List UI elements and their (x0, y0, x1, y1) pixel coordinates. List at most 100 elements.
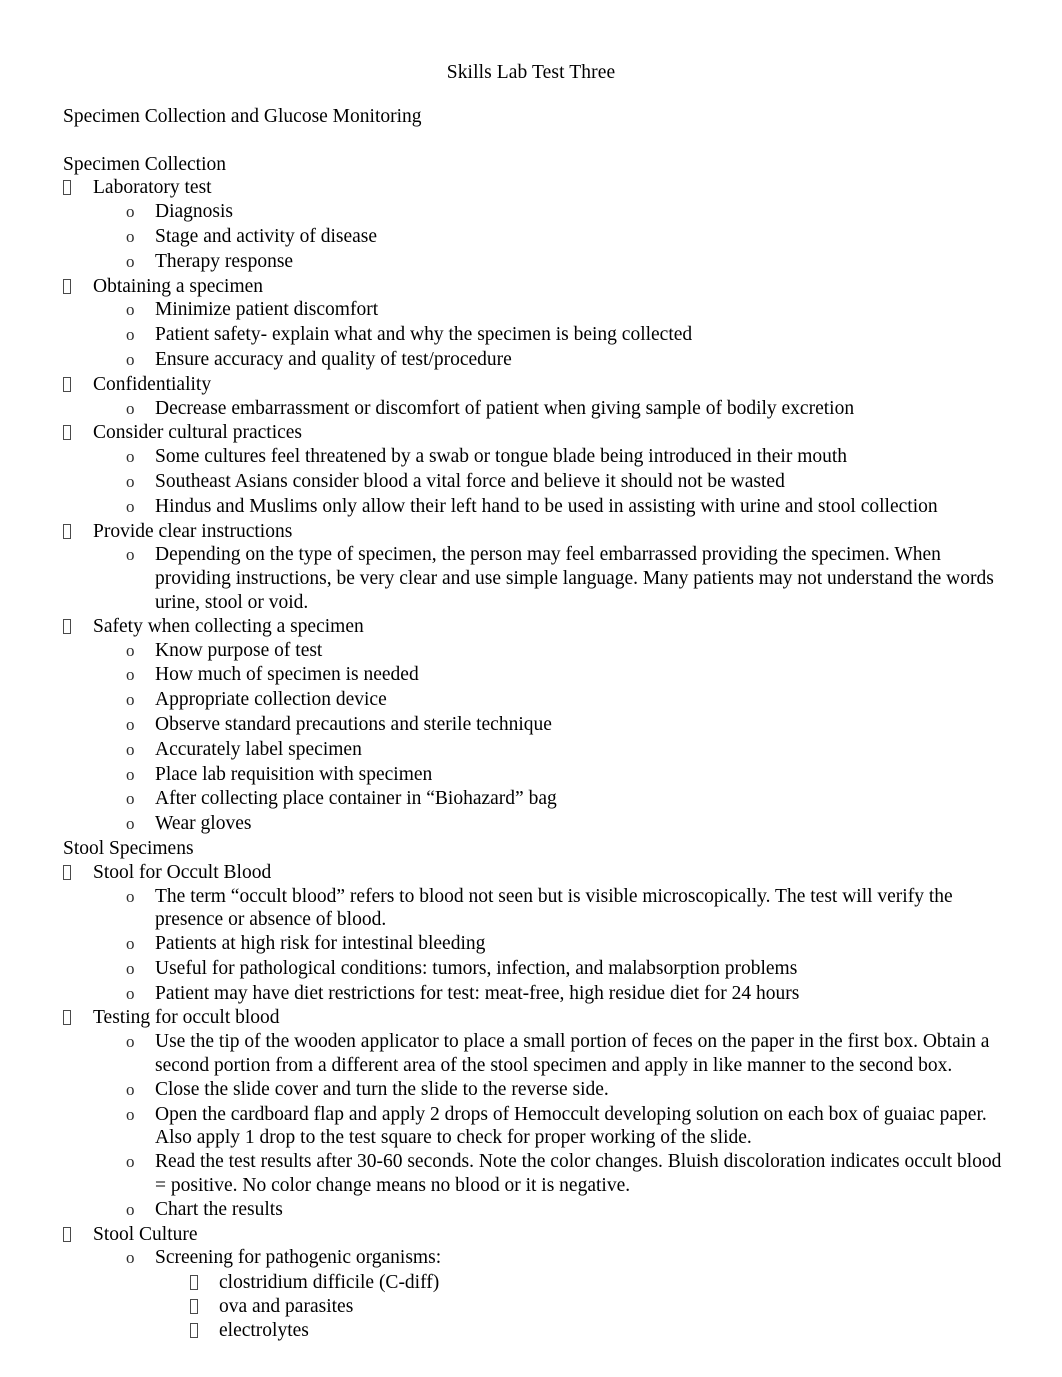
list-item: o Read the test results after 30-60 secon… (126, 1150, 1014, 1198)
list-item: clostridium difficile (C-diff) (190, 1271, 1014, 1295)
document-subtitle: Specimen Collection and Glucose Monitori… (63, 106, 422, 127)
bullet-marker-o-icon: o (126, 714, 135, 734)
list-item-label: Read the test results after 30-60 second… (155, 1151, 1002, 1197)
bullet-marker-o-icon: o (126, 1079, 135, 1099)
list-item-label: Southeast Asians consider blood a vital … (155, 470, 785, 492)
missing-glyph-box-icon (190, 1322, 198, 1338)
bullet-marker-box-icon (190, 1319, 219, 1343)
bullet-marker-o-icon: o (126, 764, 135, 784)
list-item-label: Safety when collecting a specimen (93, 615, 364, 637)
list-item-label: Diagnosis (155, 201, 233, 223)
list-item: o Diagnosis (126, 200, 1014, 225)
bullet-marker-o-icon: o (126, 665, 135, 685)
list-item: o The term “occult blood” refers to blood… (126, 885, 1014, 933)
list-item-label: After collecting place container in “Bio… (155, 788, 557, 810)
bullet-marker-o-icon: o (126, 349, 135, 369)
list-item: o Southeast Asians consider blood a vital… (126, 470, 1014, 495)
list-item-label: Minimize patient discomfort (155, 299, 379, 321)
list-item-label: Laboratory test (93, 177, 212, 199)
bullet-marker-o-icon: o (126, 934, 135, 954)
bullet-marker-box-icon (63, 176, 93, 200)
list-item-label: Consider cultural practices (93, 422, 303, 444)
list-item-label: Open the cardboard flap and apply 2 drop… (155, 1103, 987, 1149)
list-item: o Screening for pathogenic organisms: (126, 1246, 1014, 1271)
missing-glyph-box-icon (63, 376, 71, 392)
list-item: o Open the cardboard flap and apply 2 dro… (126, 1103, 1014, 1151)
list-item: o Minimize patient discomfort (126, 298, 1014, 323)
bullet-marker-o-icon: o (126, 496, 135, 516)
missing-glyph-box-icon (190, 1275, 198, 1291)
bullet-marker-box-icon (190, 1271, 219, 1295)
bullet-marker-box-icon (63, 275, 93, 299)
list-item-label: Testing for occult blood (93, 1007, 280, 1029)
list-item-label: How much of specimen is needed (155, 664, 419, 686)
list-item: o How much of specimen is needed (126, 663, 1014, 688)
list-item: o Depending on the type of specimen, the … (126, 543, 1014, 614)
list-item: o Patients at high risk for intestinal bl… (126, 932, 1014, 957)
bullet-marker-box-icon (63, 615, 93, 639)
list-item: o Some cultures feel threatened by a swab… (126, 445, 1014, 470)
list-item-label: Stool for Occult Blood (93, 861, 272, 883)
list-item: Stool for Occult Blood (63, 861, 1014, 885)
list-item-label: electrolytes (219, 1319, 309, 1341)
list-item-label: Confidentiality (93, 373, 212, 395)
bullet-marker-o-icon: o (126, 1032, 135, 1052)
bullet-marker-box-icon (63, 1223, 93, 1247)
list-item-label: Patient safety- explain what and why the… (155, 324, 693, 346)
list-item-label: Wear gloves (155, 813, 252, 835)
bullet-marker-o-icon: o (126, 739, 135, 759)
bullet-marker-o-icon: o (126, 814, 135, 834)
list-item-label: Ensure accuracy and quality of test/proc… (155, 348, 512, 370)
list-item: Laboratory test (63, 176, 1014, 200)
bullet-marker-o-icon: o (126, 202, 135, 222)
page-title: Skills Lab Test Three (446, 62, 616, 83)
list-item: o Know purpose of test (126, 639, 1014, 664)
list-item: o Useful for pathological conditions: tum… (126, 957, 1014, 982)
list-item-label: Screening for pathogenic organisms: (155, 1247, 442, 1269)
bullet-marker-o-icon: o (126, 471, 135, 491)
bullet-marker-o-icon: o (126, 300, 135, 320)
list-item: Testing for occult blood (63, 1006, 1014, 1030)
bullet-marker-box-icon (63, 373, 93, 397)
bullet-marker-box-icon (190, 1295, 219, 1319)
list-item: o Place lab requisition with specimen (126, 763, 1014, 788)
missing-glyph-box-icon (63, 618, 71, 634)
list-item-label: Obtaining a specimen (93, 275, 264, 297)
bullet-marker-o-icon: o (126, 958, 135, 978)
bullet-marker-o-icon: o (126, 325, 135, 345)
list-item-label: Depending on the type of specimen, the p… (155, 544, 994, 613)
bullet-marker-o-icon: o (126, 886, 135, 906)
list-item: o Close the slide cover and turn the slid… (126, 1078, 1014, 1103)
bullet-marker-o-icon: o (126, 398, 135, 418)
missing-glyph-box-icon (63, 180, 71, 196)
list-item: Consider cultural practices (63, 421, 1014, 445)
list-item: o Observe standard precautions and steril… (126, 713, 1014, 738)
missing-glyph-box-icon (190, 1299, 198, 1315)
list-item: o Therapy response (126, 250, 1014, 275)
list-item: Confidentiality (63, 373, 1014, 397)
list-item-label: Accurately label specimen (155, 738, 362, 760)
list-item: o Hindus and Muslims only allow their lef… (126, 495, 1014, 520)
list-item-label: Appropriate collection device (155, 689, 387, 711)
missing-glyph-box-icon (63, 864, 71, 880)
missing-glyph-box-icon (63, 1226, 71, 1242)
list-item: Stool Culture (63, 1223, 1014, 1247)
list-item: o Accurately label specimen (126, 738, 1014, 763)
section-heading: Specimen Collection (63, 153, 227, 175)
missing-glyph-box-icon (63, 278, 71, 294)
bullet-marker-o-icon: o (126, 447, 135, 467)
bullet-marker-o-icon: o (126, 545, 135, 565)
bullet-marker-o-icon: o (126, 251, 135, 271)
bullet-marker-box-icon (63, 520, 93, 544)
list-item-label: Close the slide cover and turn the slide… (155, 1078, 609, 1100)
list-item: o After collecting place container in “Bi… (126, 787, 1014, 812)
missing-glyph-box-icon (63, 523, 71, 539)
list-item-label: clostridium difficile (C-diff) (219, 1272, 440, 1294)
bullet-marker-box-icon (63, 421, 93, 445)
bullet-marker-box-icon (63, 1006, 93, 1030)
bullet-marker-o-icon: o (126, 226, 135, 246)
list-item: o Use the tip of the wooden applicator to… (126, 1030, 1014, 1078)
list-item-label: Therapy response (155, 250, 294, 272)
list-item: o Ensure accuracy and quality of test/pro… (126, 348, 1014, 373)
